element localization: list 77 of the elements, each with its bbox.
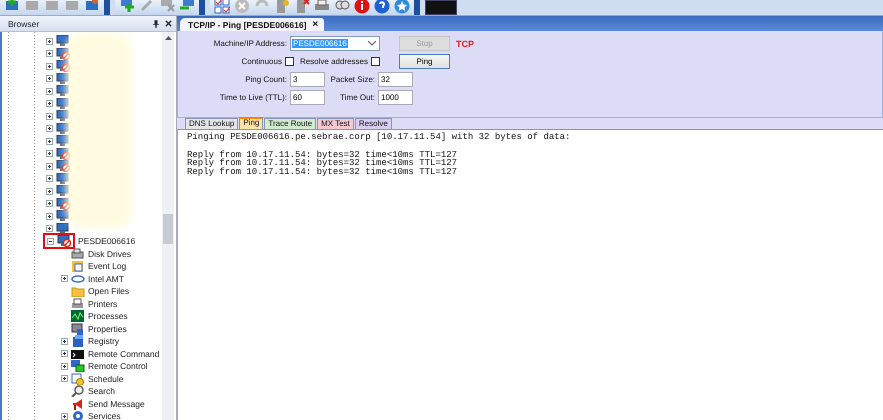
dropdown-icon[interactable] bbox=[368, 41, 376, 46]
tree-item[interactable]: Schedule bbox=[88, 374, 124, 384]
scroll-up-icon[interactable] bbox=[164, 36, 172, 40]
printer-icon[interactable] bbox=[71, 298, 85, 310]
scrollbar-thumb[interactable] bbox=[163, 214, 173, 244]
checkbox[interactable] bbox=[371, 57, 380, 66]
computer-icon[interactable] bbox=[56, 210, 70, 222]
computer-plus-icon[interactable] bbox=[119, 0, 135, 14]
output-line: Reply from 10.17.11.54: bytes=32 time<10ms TTL=127 bbox=[187, 159, 458, 168]
computer-offline-icon[interactable] bbox=[57, 235, 71, 248]
info-icon[interactable] bbox=[354, 0, 370, 14]
checklist-icon[interactable] bbox=[214, 0, 230, 14]
megaphone-icon[interactable] bbox=[71, 398, 85, 410]
ping-button[interactable]: Ping bbox=[399, 54, 450, 69]
tab[interactable]: Ping bbox=[239, 117, 264, 129]
drives-icon[interactable] bbox=[71, 248, 85, 260]
field-label: Packet Size: bbox=[330, 75, 376, 84]
tab[interactable]: Trace Route bbox=[264, 118, 316, 129]
tree-item[interactable]: Properties bbox=[88, 324, 127, 334]
computer-icon[interactable] bbox=[71, 322, 85, 335]
checkbox-label: Continuous bbox=[241, 57, 283, 66]
screens-icon[interactable] bbox=[71, 360, 85, 372]
help-icon[interactable] bbox=[374, 0, 390, 14]
input-field[interactable]: 3 bbox=[290, 72, 325, 87]
expand-icon[interactable] bbox=[61, 412, 68, 420]
server-x-icon[interactable] bbox=[294, 0, 310, 14]
calendar-clock-icon[interactable] bbox=[71, 372, 85, 385]
tree-item[interactable]: Event Log bbox=[88, 261, 126, 272]
tab[interactable]: MX Test bbox=[317, 118, 354, 129]
checkbox[interactable] bbox=[284, 57, 294, 66]
tree-item[interactable]: Search bbox=[88, 386, 115, 396]
computer-icon[interactable] bbox=[56, 222, 70, 235]
tree-item[interactable]: PESDE006616 bbox=[78, 236, 136, 246]
star-badge-icon[interactable] bbox=[394, 0, 410, 14]
scrollbar[interactable] bbox=[162, 32, 174, 420]
tree-item[interactable]: Send Message bbox=[88, 398, 145, 409]
registry-icon[interactable] bbox=[71, 335, 85, 348]
field-label: Machine/IP Address: bbox=[212, 39, 288, 48]
expand-icon[interactable] bbox=[61, 350, 68, 358]
tree-item[interactable]: Disk Drives bbox=[88, 248, 131, 259]
expand-icon[interactable] bbox=[61, 338, 68, 345]
pin-icon[interactable] bbox=[153, 20, 159, 28]
checkbox-label: Resolve addresses bbox=[300, 57, 369, 66]
collapse-icon[interactable] bbox=[47, 238, 54, 245]
expand-icon[interactable] bbox=[61, 275, 68, 282]
close-icon[interactable]: × bbox=[312, 19, 318, 30]
computer-icon[interactable] bbox=[56, 35, 70, 48]
network-icon[interactable] bbox=[71, 272, 85, 285]
panel-title: Browser bbox=[8, 18, 40, 28]
chart-icon[interactable] bbox=[71, 310, 85, 322]
expand-icon[interactable] bbox=[61, 375, 68, 382]
tab[interactable]: Resolve bbox=[354, 118, 392, 129]
field-label: Time Out: bbox=[339, 93, 376, 102]
expand-icon[interactable] bbox=[61, 362, 68, 370]
tree-item[interactable]: Intel AMT bbox=[88, 274, 124, 284]
output-line: Reply from 10.17.11.54: bytes=32 time<10ms TTL=127 bbox=[187, 150, 458, 160]
tree-item[interactable]: Registry bbox=[88, 336, 120, 346]
tree-item[interactable]: Remote Control bbox=[88, 361, 148, 372]
field-label: Time to Live (TTL): bbox=[218, 93, 288, 102]
field-label: Ping Count: bbox=[244, 75, 288, 84]
tree-item[interactable]: Printers bbox=[88, 298, 118, 309]
output-line: Pinging PESDE006616.pe.sebrae.corp [10.17.11.54] with 32 bytes of data: bbox=[187, 133, 572, 142]
input-field[interactable]: 1000 bbox=[378, 90, 413, 105]
input-field[interactable]: 32 bbox=[378, 72, 413, 87]
tree-item[interactable]: Services bbox=[88, 411, 121, 420]
output-line: Reply from 10.17.11.54: bytes=32 time<10ms TTL=127 bbox=[187, 168, 458, 177]
document-tab[interactable]: TCP/IP - Ping [PESDE006616] × bbox=[180, 18, 324, 31]
protocol-label: TCP bbox=[456, 38, 474, 48]
tree-item[interactable]: Processes bbox=[88, 311, 128, 322]
tree-item[interactable]: Remote Command bbox=[88, 348, 160, 359]
tree-item[interactable]: Open Files bbox=[88, 286, 130, 296]
log-icon[interactable] bbox=[71, 260, 85, 272]
tab[interactable]: DNS Lookup bbox=[185, 118, 238, 129]
terminal-icon[interactable] bbox=[71, 348, 85, 360]
close-icon[interactable] bbox=[165, 20, 172, 27]
search-icon[interactable] bbox=[71, 385, 85, 398]
input-field[interactable]: 60 bbox=[290, 90, 325, 105]
